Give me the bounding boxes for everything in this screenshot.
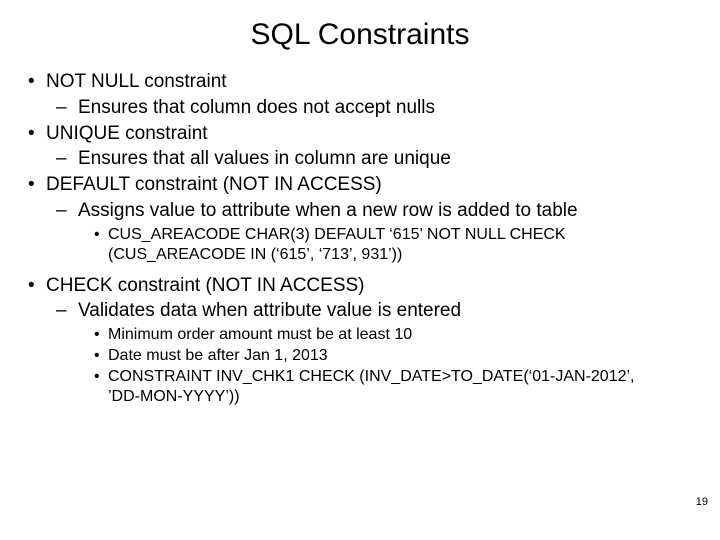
bullet-text: NOT NULL constraint [46, 70, 227, 94]
bullet-marker-dot: • [94, 367, 108, 407]
bullet-level2: – Assigns value to attribute when a new … [56, 199, 692, 223]
bullet-marker-dot: • [94, 325, 108, 345]
bullet-marker-dot: • [94, 346, 108, 366]
bullet-text: Validates data when attribute value is e… [78, 299, 461, 323]
bullet-marker-dot: • [28, 274, 46, 298]
bullet-text: CONSTRAINT INV_CHK1 CHECK (INV_DATE>TO_D… [108, 367, 668, 407]
bullet-text: CHECK constraint (NOT IN ACCESS) [46, 274, 365, 298]
bullet-text: Date must be after Jan 1, 2013 [108, 346, 328, 366]
bullet-text: Assigns value to attribute when a new ro… [78, 199, 578, 223]
bullet-marker-dash: – [56, 96, 78, 120]
bullet-marker-dash: – [56, 199, 78, 223]
bullet-level3: • Date must be after Jan 1, 2013 [94, 346, 692, 366]
bullet-text: Minimum order amount must be at least 10 [108, 325, 412, 345]
slide-title: SQL Constraints [0, 18, 720, 52]
page-number: 19 [696, 496, 708, 508]
bullet-text: Ensures that all values in column are un… [78, 147, 451, 171]
bullet-level1: • DEFAULT constraint (NOT IN ACCESS) [28, 173, 692, 197]
slide-content: • NOT NULL constraint – Ensures that col… [0, 70, 720, 407]
bullet-text: Ensures that column does not accept null… [78, 96, 435, 120]
bullet-marker-dot: • [28, 173, 46, 197]
bullet-level1: • UNIQUE constraint [28, 122, 692, 146]
bullet-marker-dot: • [28, 122, 46, 146]
bullet-level2: – Ensures that all values in column are … [56, 147, 692, 171]
bullet-text: CUS_AREACODE CHAR(3) DEFAULT ‘615’ NOT N… [108, 225, 668, 265]
bullet-level1: • CHECK constraint (NOT IN ACCESS) [28, 274, 692, 298]
bullet-level3: • CUS_AREACODE CHAR(3) DEFAULT ‘615’ NOT… [94, 225, 692, 265]
bullet-level1: • NOT NULL constraint [28, 70, 692, 94]
bullet-level3: • Minimum order amount must be at least … [94, 325, 692, 345]
bullet-marker-dash: – [56, 299, 78, 323]
bullet-level2: – Ensures that column does not accept nu… [56, 96, 692, 120]
bullet-level2: – Validates data when attribute value is… [56, 299, 692, 323]
bullet-text: UNIQUE constraint [46, 122, 208, 146]
bullet-level3: • CONSTRAINT INV_CHK1 CHECK (INV_DATE>TO… [94, 367, 692, 407]
bullet-marker-dash: – [56, 147, 78, 171]
bullet-marker-dot: • [94, 225, 108, 265]
bullet-marker-dot: • [28, 70, 46, 94]
bullet-text: DEFAULT constraint (NOT IN ACCESS) [46, 173, 382, 197]
